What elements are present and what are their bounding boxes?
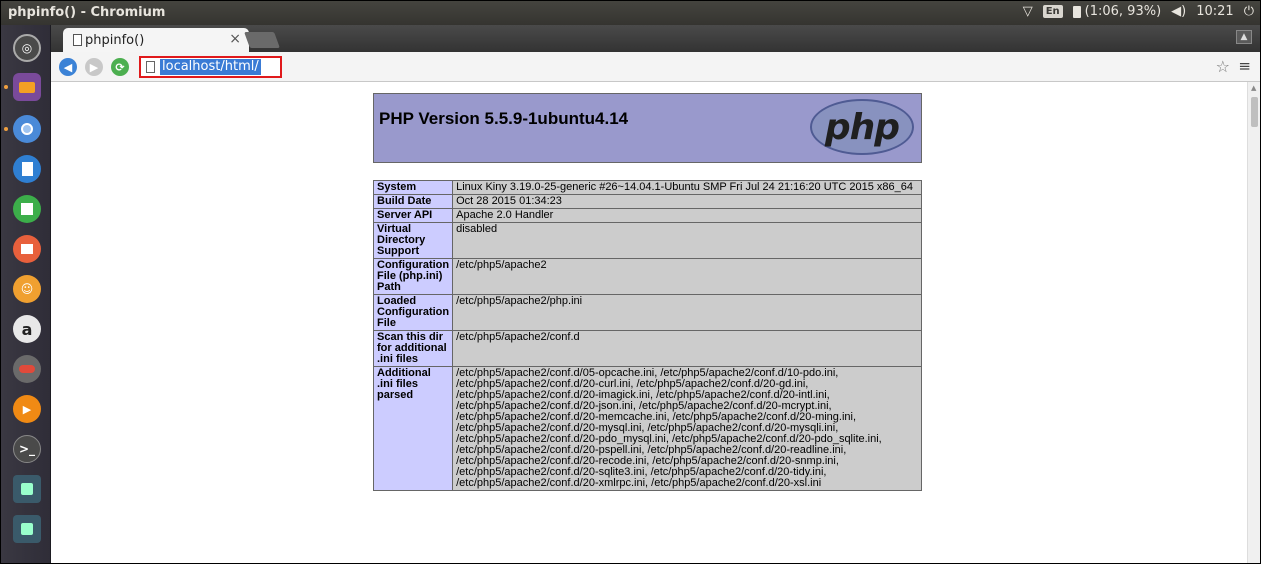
table-row: Server API Apache 2.0 Handler [372, 208, 922, 223]
menu-icon[interactable]: ≡ [1238, 57, 1251, 75]
row-key: Loaded Configuration File [372, 294, 454, 331]
scrollbar[interactable]: ▲ [1247, 82, 1260, 563]
terminal-icon[interactable]: >_ [13, 435, 41, 463]
tab-title: phpinfo() [85, 32, 145, 48]
row-key: Build Date [372, 194, 454, 209]
running-indicator [4, 85, 8, 89]
running-indicator [4, 127, 8, 131]
table-row: Virtual Directory Support disabled [372, 222, 922, 259]
libreoffice-impress-icon[interactable] [13, 235, 41, 263]
battery-icon [1072, 5, 1081, 18]
row-key: Scan this dir for additional .ini files [372, 330, 454, 367]
row-key: Additional .ini files parsed [372, 366, 454, 491]
php-logo-text: php [824, 106, 900, 148]
window-title: phpinfo() - Chromium [8, 5, 166, 20]
scanner-icon[interactable] [13, 475, 41, 503]
row-value: /etc/php5/apache2/conf.d [452, 330, 922, 367]
row-key: Server API [372, 208, 454, 223]
new-tab-button[interactable] [244, 32, 280, 48]
php-info-table: System Linux Kiny 3.19.0-25-generic #26~1… [372, 180, 922, 491]
libreoffice-writer-icon[interactable] [13, 155, 41, 183]
screen-frame: phpinfo() - Chromium ▽ En (1:06, 93%) ◀)… [0, 0, 1261, 564]
row-value: Oct 28 2015 01:34:23 [452, 194, 922, 209]
system-settings-icon[interactable] [13, 355, 41, 383]
table-row: Additional .ini files parsed/etc/php5/ap… [372, 366, 922, 491]
php-header: PHP Version 5.5.9-1ubuntu4.14 php [373, 93, 922, 163]
url-text[interactable]: localhost/html/ [160, 59, 261, 75]
files-icon[interactable] [13, 73, 41, 101]
volume-icon[interactable]: ◀) [1171, 4, 1186, 19]
system-tray: ▽ En (1:06, 93%) ◀) 10:21 ⏻ [1023, 4, 1254, 19]
toolbar: ◀ ▶ ⟳ localhost/html/ ☆ ≡ [51, 52, 1260, 82]
php-version-title: PHP Version 5.5.9-1ubuntu4.14 [379, 109, 629, 128]
table-row: Build Date Oct 28 2015 01:34:23 [372, 194, 922, 209]
chromium-icon[interactable] [13, 115, 41, 143]
row-value: disabled [452, 222, 922, 259]
scanner-icon-2[interactable] [13, 515, 41, 543]
row-value: Apache 2.0 Handler [452, 208, 922, 223]
scroll-up-icon[interactable]: ▲ [1251, 84, 1256, 92]
top-panel: phpinfo() - Chromium ▽ En (1:06, 93%) ◀)… [1, 1, 1260, 25]
ubuntu-dash-icon[interactable]: ◎ [13, 34, 41, 62]
table-row: Loaded Configuration File/etc/php5/apach… [372, 294, 922, 331]
row-key: System [372, 180, 454, 195]
keyboard-layout-indicator[interactable]: En [1042, 5, 1063, 18]
row-value: /etc/php5/apache2 [452, 258, 922, 295]
back-button[interactable]: ◀ [59, 58, 77, 76]
clock[interactable]: 10:21 [1196, 4, 1233, 19]
scrollbar-thumb[interactable] [1251, 97, 1258, 127]
row-key: Virtual Directory Support [372, 222, 454, 259]
amazon-icon[interactable]: a [13, 315, 41, 343]
libreoffice-calc-icon[interactable] [13, 195, 41, 223]
browser-window: phpinfo() × ▲ ◀ ▶ ⟳ localhost/html/ ☆ ≡ … [51, 25, 1260, 563]
address-bar[interactable]: localhost/html/ [139, 56, 282, 78]
page-content: PHP Version 5.5.9-1ubuntu4.14 php System… [51, 82, 1247, 563]
page-icon [73, 34, 82, 46]
session-menu-icon[interactable]: ⏻ [1244, 4, 1254, 19]
forward-button[interactable]: ▶ [85, 58, 103, 76]
profile-icon[interactable]: ▲ [1236, 30, 1252, 44]
table-row: Scan this dir for additional .ini files /… [372, 330, 922, 367]
table-row: Configuration File (php.ini) Path/etc/ph… [372, 258, 922, 295]
reload-button[interactable]: ⟳ [111, 58, 129, 76]
row-value: /etc/php5/apache2/conf.d/05-opcache.ini,… [452, 366, 922, 491]
battery-indicator[interactable]: (1:06, 93%) [1072, 4, 1162, 19]
software-center-icon[interactable]: ☺ [13, 275, 41, 303]
page-icon [146, 61, 155, 73]
row-key: Configuration File (php.ini) Path [372, 258, 454, 295]
launcher: ◎ ☺ a ▶ >_ [1, 25, 51, 563]
row-value: /etc/php5/apache2/php.ini [452, 294, 922, 331]
row-value: Linux Kiny 3.19.0-25-generic #26~14.04.1… [452, 180, 922, 195]
php-logo[interactable]: php [810, 99, 914, 155]
vlc-icon[interactable]: ▶ [13, 395, 41, 423]
bookmark-star-icon[interactable]: ☆ [1216, 57, 1230, 76]
table-row: System Linux Kiny 3.19.0-25-generic #26~1… [372, 180, 922, 195]
tab-strip: phpinfo() × ▲ [51, 25, 1260, 52]
battery-status: (1:06, 93%) [1084, 4, 1162, 19]
network-icon[interactable]: ▽ [1023, 4, 1033, 19]
tab-phpinfo[interactable]: phpinfo() × [63, 28, 249, 52]
close-tab-icon[interactable]: × [229, 31, 241, 47]
